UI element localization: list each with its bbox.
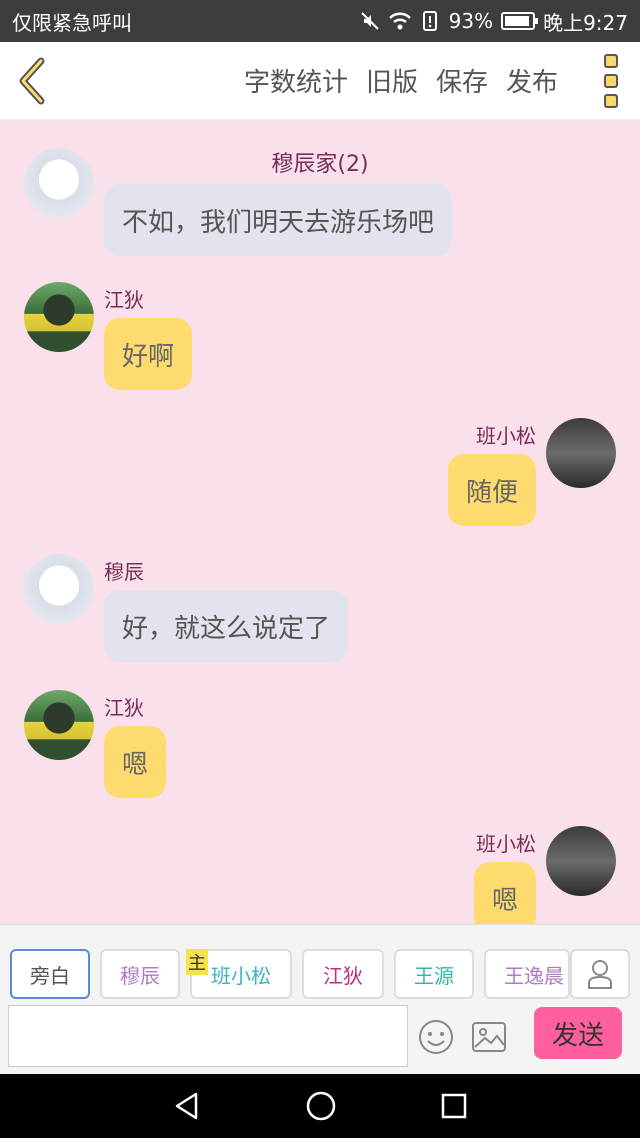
status-icons: 93% 晚上9:27	[359, 7, 628, 36]
avatar[interactable]	[24, 690, 94, 760]
send-button[interactable]: 发送	[534, 1007, 622, 1059]
role-muchen[interactable]: 穆辰	[100, 949, 180, 999]
person-icon	[588, 960, 612, 989]
save-button[interactable]: 保存	[436, 62, 488, 99]
sender-name: 班小松	[476, 424, 536, 448]
wifi-icon	[388, 10, 411, 32]
chat-area[interactable]: 穆辰家(2) 不如，我们明天去游乐场吧 江狄 好啊 班小松 随便 穆辰 好，就这…	[0, 120, 640, 924]
more-menu-button[interactable]	[582, 42, 640, 120]
sender-name: 江狄	[104, 288, 144, 312]
message-bubble[interactable]: 嗯	[104, 726, 167, 798]
chat-title: 穆辰家(2)	[271, 152, 369, 177]
message-bubble[interactable]: 不如，我们明天去游乐场吧	[104, 184, 453, 256]
vertical-menu-icon	[604, 53, 618, 68]
battery-icon	[501, 12, 539, 30]
role-wangyuan[interactable]: 王源	[394, 949, 474, 999]
smiley-icon	[419, 1020, 453, 1054]
image-icon	[472, 1022, 506, 1052]
role-narrator[interactable]: 旁白	[10, 949, 90, 999]
message-input[interactable]	[8, 1005, 408, 1067]
nav-recents-icon[interactable]	[440, 1092, 468, 1120]
add-role-button[interactable]	[570, 949, 630, 999]
toolbar-actions: 字数统计 旧版 保存 发布	[64, 62, 582, 99]
back-button[interactable]	[0, 42, 64, 120]
old-version-button[interactable]: 旧版	[366, 62, 418, 99]
message-bubble[interactable]: 嗯	[473, 862, 536, 924]
sender-name: 班小松	[476, 832, 536, 856]
vertical-menu-icon	[604, 93, 618, 108]
mute-icon	[359, 10, 381, 32]
nav-home-icon[interactable]	[305, 1090, 337, 1122]
toolbar: 字数统计 旧版 保存 发布	[0, 42, 640, 120]
input-panel: 旁白 穆辰 班小松 江狄 王源 王逸晨 主 发送	[0, 924, 640, 1074]
vertical-menu-icon	[604, 73, 618, 88]
status-bar: 仅限紧急呼叫 93% 晚上9:27	[0, 0, 640, 42]
host-badge: 主	[186, 949, 208, 975]
carrier-text: 仅限紧急呼叫	[12, 10, 132, 35]
image-button[interactable]	[470, 1019, 508, 1055]
sender-name: 穆辰	[104, 560, 144, 584]
alert-icon	[419, 10, 441, 32]
nav-back-icon[interactable]	[172, 1091, 202, 1121]
emoji-button[interactable]	[416, 1017, 456, 1057]
word-count-button[interactable]: 字数统计	[244, 62, 348, 99]
battery-fill	[505, 16, 530, 26]
avatar[interactable]	[546, 826, 616, 896]
chevron-left-icon	[19, 57, 45, 104]
message-bubble[interactable]: 随便	[447, 454, 536, 526]
clock: 晚上9:27	[543, 10, 628, 35]
role-selector: 旁白 穆辰 班小松 江狄 王源 王逸晨	[0, 949, 640, 1001]
avatar[interactable]	[24, 554, 94, 624]
role-wangyichen[interactable]: 王逸晨	[484, 949, 570, 999]
sender-name: 江狄	[104, 696, 144, 720]
system-nav-bar	[0, 1074, 640, 1138]
avatar[interactable]	[24, 148, 94, 218]
battery-percent: 93%	[448, 9, 494, 33]
avatar[interactable]	[24, 282, 94, 352]
avatar[interactable]	[546, 418, 616, 488]
message-bubble[interactable]: 好啊	[104, 318, 193, 390]
role-jiangdi[interactable]: 江狄	[302, 949, 384, 999]
message-bubble[interactable]: 好，就这么说定了	[104, 590, 349, 662]
publish-button[interactable]: 发布	[506, 62, 558, 99]
